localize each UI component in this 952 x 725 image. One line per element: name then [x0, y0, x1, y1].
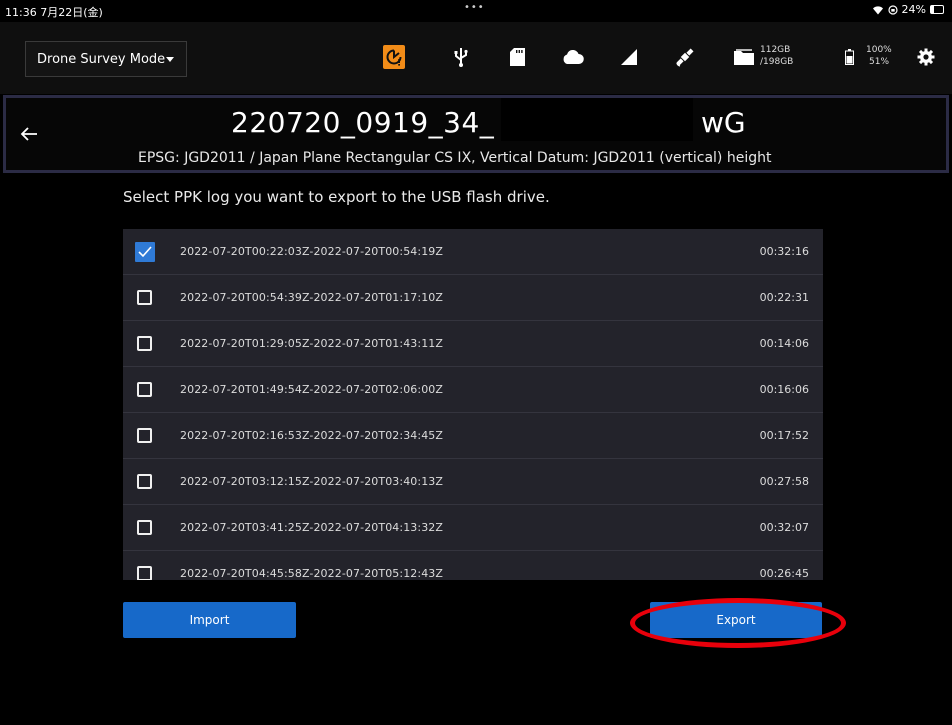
log-duration: 00:32:16 [759, 245, 809, 258]
log-name: 2022-07-20T03:12:15Z-2022-07-20T03:40:13… [180, 475, 444, 488]
drone-battery-icon [843, 44, 855, 70]
status-right-group: 24% [872, 3, 944, 16]
checkbox[interactable] [137, 290, 152, 305]
satellite-icon[interactable] [673, 44, 697, 70]
ppk-log-list[interactable]: 2022-07-20T00:22:03Z-2022-07-20T00:54:19… [123, 229, 823, 580]
usb-icon[interactable] [449, 44, 473, 70]
checkmark-icon [138, 246, 152, 258]
log-duration: 00:27:58 [759, 475, 809, 488]
app-toolbar: Drone Survey Mode 112GB /198GB 100% 51% [0, 22, 952, 94]
log-name: 2022-07-20T01:49:54Z-2022-07-20T02:06:00… [180, 383, 444, 396]
log-row[interactable]: 2022-07-20T03:12:15Z-2022-07-20T03:40:13… [123, 459, 823, 505]
log-name: 2022-07-20T03:41:25Z-2022-07-20T04:13:32… [180, 521, 444, 534]
battery-icon [930, 5, 944, 14]
sd-card-icon[interactable] [505, 44, 529, 70]
log-name: 2022-07-20T04:45:58Z-2022-07-20T05:12:43… [180, 567, 444, 580]
project-header: 220720_0919_34_ wG EPSG: JGD2011 / Japan… [3, 95, 949, 173]
storage-readout: 112GB /198GB [760, 44, 793, 68]
log-duration: 00:32:07 [759, 521, 809, 534]
storage-used: 112GB [760, 45, 791, 55]
mode-dropdown-label: Drone Survey Mode [37, 51, 166, 67]
checkbox[interactable] [137, 382, 152, 397]
checkbox[interactable] [137, 428, 152, 443]
log-name: 2022-07-20T01:29:05Z-2022-07-20T01:43:11… [180, 337, 444, 350]
project-title: 220720_0919_34_ [231, 106, 495, 139]
storage-total: /198GB [760, 57, 794, 67]
log-duration: 00:26:45 [759, 567, 809, 580]
mode-dropdown[interactable]: Drone Survey Mode [25, 41, 187, 77]
signal-icon[interactable] [617, 44, 641, 70]
storage-icon[interactable] [732, 44, 756, 70]
log-duration: 00:22:31 [759, 291, 809, 304]
caret-down-icon [166, 57, 174, 62]
log-duration: 00:14:06 [759, 337, 809, 350]
import-button[interactable]: Import [123, 602, 296, 638]
checkbox[interactable] [137, 474, 152, 489]
warning-icon[interactable] [383, 45, 405, 69]
project-title-suffix: wG [701, 106, 746, 139]
log-duration: 00:16:06 [759, 383, 809, 396]
battery-1-percent: 100% [866, 45, 892, 55]
export-button[interactable]: Export [650, 602, 822, 638]
screen-lock-icon [887, 4, 898, 15]
log-row[interactable]: 2022-07-20T02:16:53Z-2022-07-20T02:34:45… [123, 413, 823, 459]
system-status-bar: 11:36 7月22日(金) ••• 24% [0, 0, 952, 22]
coordinate-system-label: EPSG: JGD2011 / Japan Plane Rectangular … [138, 150, 772, 166]
log-duration: 00:17:52 [759, 429, 809, 442]
battery-fill [931, 6, 934, 13]
multitasking-dots-icon[interactable]: ••• [464, 2, 485, 13]
log-row[interactable]: 2022-07-20T03:41:25Z-2022-07-20T04:13:32… [123, 505, 823, 551]
status-time: 11:36 7月22日(金) [5, 6, 103, 19]
log-row[interactable]: 2022-07-20T01:29:05Z-2022-07-20T01:43:11… [123, 321, 823, 367]
wifi-icon [872, 5, 883, 15]
redaction-box [501, 98, 693, 141]
cloud-icon[interactable] [561, 44, 585, 70]
log-row[interactable]: 2022-07-20T00:54:39Z-2022-07-20T01:17:10… [123, 275, 823, 321]
checkbox[interactable] [137, 566, 152, 580]
log-row[interactable]: 2022-07-20T01:49:54Z-2022-07-20T02:06:00… [123, 367, 823, 413]
log-row[interactable]: 2022-07-20T04:45:58Z-2022-07-20T05:12:43… [123, 551, 823, 580]
gear-icon[interactable] [914, 44, 938, 70]
battery-percent: 24% [901, 3, 926, 16]
log-name: 2022-07-20T02:16:53Z-2022-07-20T02:34:45… [180, 429, 444, 442]
checkbox[interactable] [137, 520, 152, 535]
checkbox[interactable] [137, 336, 152, 351]
back-arrow-icon[interactable] [19, 126, 39, 142]
log-row[interactable]: 2022-07-20T00:22:03Z-2022-07-20T00:54:19… [123, 229, 823, 275]
log-name: 2022-07-20T00:54:39Z-2022-07-20T01:17:10… [180, 291, 444, 304]
battery-readout: 100% 51% [866, 44, 892, 68]
log-name: 2022-07-20T00:22:03Z-2022-07-20T00:54:19… [180, 245, 444, 258]
battery-2-percent: 51% [869, 57, 890, 67]
checkbox-checked[interactable] [135, 242, 155, 262]
instruction-text: Select PPK log you want to export to the… [123, 188, 550, 206]
